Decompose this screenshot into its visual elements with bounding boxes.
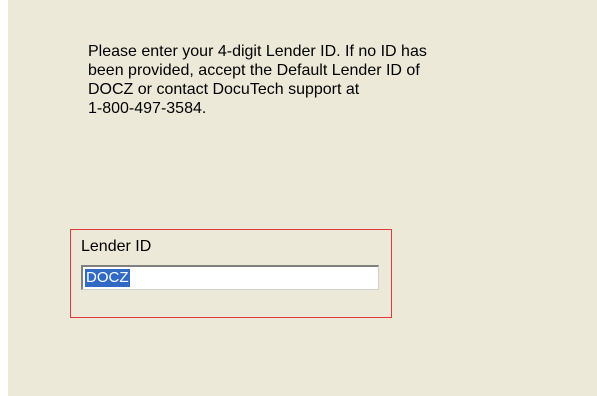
instructions-text: Please enter your 4-digit Lender ID. If … (88, 43, 427, 117)
dialog-panel: Please enter your 4-digit Lender ID. If … (8, 0, 597, 396)
lender-id-label: Lender ID (81, 238, 152, 255)
lender-id-selected-value[interactable]: DOCZ (85, 269, 130, 287)
lender-id-input[interactable]: DOCZ (81, 265, 379, 290)
